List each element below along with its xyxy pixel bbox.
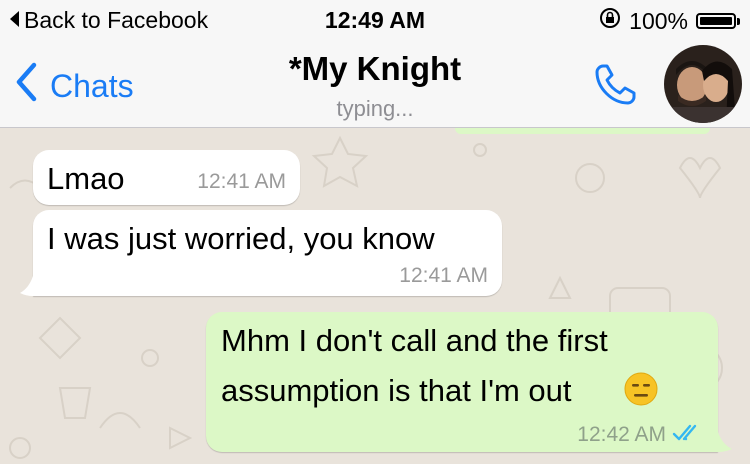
outgoing-message[interactable]: Mhm I don't call and the first assumptio… xyxy=(206,312,718,452)
chat-header: Chats *My Knight typing... xyxy=(0,40,750,128)
incoming-message[interactable]: I was just worried, you know 12:41 AM xyxy=(33,210,502,296)
message-time: 12:41 AM xyxy=(197,170,286,193)
expressionless-face-emoji xyxy=(624,372,658,411)
message-time: 12:41 AM xyxy=(399,264,488,287)
message-time: 12:42 AM xyxy=(577,423,666,446)
message-text-line-2: assumption is that I'm out xyxy=(221,373,572,408)
incoming-message[interactable]: Lmao 12:41 AM xyxy=(33,150,300,205)
message-text-line-1: Mhm I don't call and the first xyxy=(221,323,608,358)
double-check-read-icon xyxy=(672,423,704,448)
battery-percent: 100% xyxy=(629,7,688,34)
previous-message-edge xyxy=(455,128,710,134)
voice-call-button[interactable] xyxy=(590,58,642,110)
orientation-lock-icon xyxy=(599,7,621,35)
phone-icon xyxy=(590,64,642,114)
message-text: Lmao xyxy=(47,161,125,196)
battery-icon xyxy=(696,13,740,29)
message-list[interactable]: Lmao 12:41 AM I was just worried, you kn… xyxy=(0,128,750,464)
bubble-tail xyxy=(20,276,33,296)
message-text: I was just worried, you know xyxy=(47,221,435,256)
avatar[interactable] xyxy=(664,45,742,123)
battery-fill xyxy=(700,17,732,25)
bubble-tail xyxy=(718,432,732,452)
status-bar: Back to Facebook 12:49 AM 100% xyxy=(0,0,750,40)
